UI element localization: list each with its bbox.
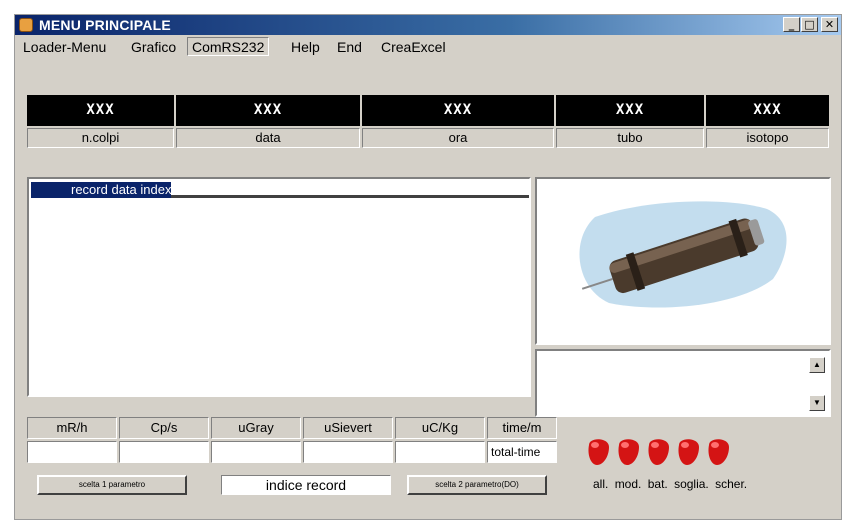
value-mrh <box>27 441 117 463</box>
menu-end[interactable]: End <box>333 38 366 57</box>
maximize-button[interactable]: □ <box>801 17 818 32</box>
header-usievert: uSievert <box>303 417 393 439</box>
battery-led-icon <box>648 439 669 465</box>
threshold-led-icon <box>678 439 699 465</box>
value-total-time: total-time <box>487 441 557 463</box>
select-param2-button[interactable]: scelta 2 parametro(DO) <box>407 475 547 495</box>
header-cps: Cp/s <box>119 417 209 439</box>
menu-comrs232[interactable]: ComRS232 <box>187 37 270 56</box>
header-mrh: mR/h <box>27 417 117 439</box>
label-all: all. <box>593 477 609 491</box>
record-list[interactable]: record data index <box>27 177 531 397</box>
record-index-field[interactable]: indice record <box>221 475 391 495</box>
value-cps <box>119 441 209 463</box>
status-indicators <box>585 435 765 475</box>
window-title: MENU PRINCIPALE <box>39 17 171 33</box>
label-ora: ora <box>362 128 554 148</box>
readout-bar: XXX XXX XXX XXX XXX <box>27 95 829 126</box>
main-window: MENU PRINCIPALE _ □ ✕ Loader-Menu Grafic… <box>14 14 842 520</box>
label-mod: mod. <box>614 477 642 491</box>
value-uckg <box>395 441 485 463</box>
header-ugray: uGray <box>211 417 301 439</box>
record-list-header: record data index <box>31 181 529 198</box>
header-uckg: uC/Kg <box>395 417 485 439</box>
info-memo[interactable]: ▲ ▼ <box>535 349 831 417</box>
detector-image <box>535 177 831 345</box>
label-ncolpi: n.colpi <box>27 128 174 148</box>
app-icon <box>19 18 33 32</box>
readout-data: XXX <box>176 95 362 126</box>
label-soglia: soglia. <box>674 477 709 491</box>
menu-grafico[interactable]: Grafico <box>127 38 180 57</box>
menu-help[interactable]: Help <box>287 38 324 57</box>
label-bat: bat. <box>647 477 668 491</box>
label-isotopo: isotopo <box>706 128 829 148</box>
select-param1-button[interactable]: scelta 1 parametro <box>37 475 187 495</box>
screen-led-icon <box>708 439 729 465</box>
scroll-down-button[interactable]: ▼ <box>809 395 825 411</box>
label-data: data <box>176 128 360 148</box>
header-time: time/m <box>487 417 557 439</box>
measure-grid: mR/h Cp/s uGray uSievert uC/Kg time/m to… <box>27 417 567 465</box>
readout-ora: XXX <box>362 95 556 126</box>
menu-creaexcel[interactable]: CreaExcel <box>377 38 450 57</box>
label-row: n.colpi data ora tubo isotopo <box>27 128 829 148</box>
value-usievert <box>303 441 393 463</box>
close-button[interactable]: ✕ <box>821 17 838 32</box>
label-scher: scher. <box>715 477 748 491</box>
label-tubo: tubo <box>556 128 704 148</box>
value-ugray <box>211 441 301 463</box>
title-bar[interactable]: MENU PRINCIPALE _ □ ✕ <box>15 15 841 35</box>
scroll-up-button[interactable]: ▲ <box>809 357 825 373</box>
menu-bar: Loader-Menu Grafico ComRS232 Help End Cr… <box>15 35 841 59</box>
alarm-led-icon <box>588 439 609 465</box>
geiger-tube-picture <box>579 201 787 308</box>
selected-record-item[interactable]: record data index <box>31 182 172 198</box>
readout-ncolpi: XXX <box>27 95 176 126</box>
minimize-button[interactable]: _ <box>783 17 800 32</box>
readout-tubo: XXX <box>556 95 706 126</box>
menu-loader[interactable]: Loader-Menu <box>19 38 110 57</box>
mode-led-icon <box>618 439 639 465</box>
readout-isotopo: XXX <box>753 102 782 118</box>
indicator-labels: all. mod. bat. soglia. scher. <box>593 477 750 491</box>
